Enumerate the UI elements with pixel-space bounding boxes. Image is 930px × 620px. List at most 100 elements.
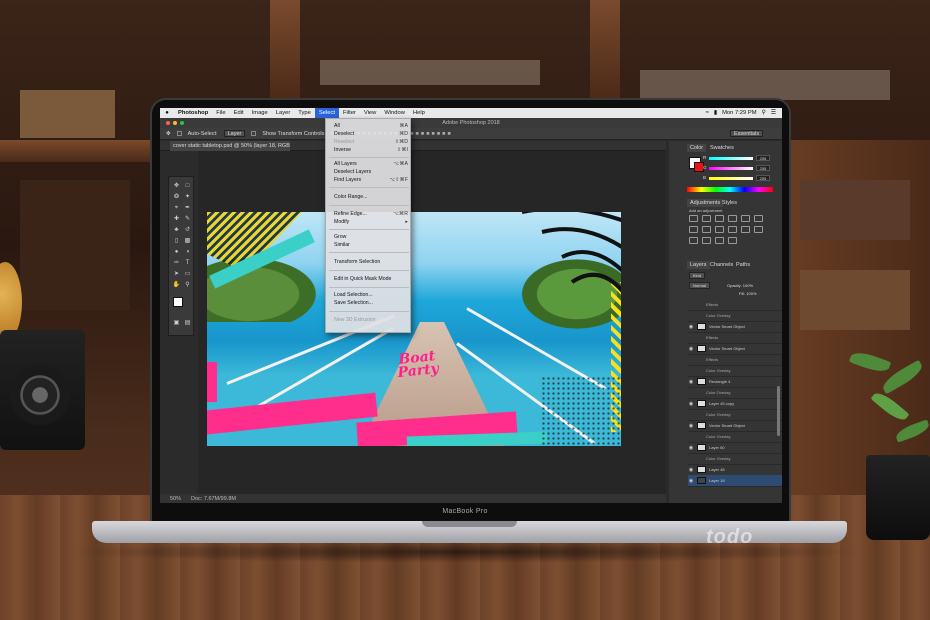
dodge-tool-icon[interactable]: ◑ [183,248,192,257]
tab-paths[interactable]: Paths [733,261,753,269]
green-slider[interactable] [709,167,753,170]
channel-mixer-icon[interactable] [728,226,737,233]
threshold-icon[interactable] [702,237,711,244]
menu-file[interactable]: File [212,108,229,118]
quick-mask-icon[interactable]: ▣ [172,319,181,328]
color-spectrum[interactable] [687,187,773,192]
path-select-tool-icon[interactable]: ➤ [172,270,181,279]
brightness-icon[interactable] [689,215,698,222]
search-icon[interactable]: ⚲ [762,110,766,116]
apple-icon[interactable]: ● [160,110,174,116]
exposure-icon[interactable] [728,215,737,222]
opacity-field[interactable]: Opacity: 100% [727,283,753,288]
blue-slider[interactable] [709,177,753,180]
menu-item-all[interactable]: All ⌘A [334,123,408,130]
menu-filter[interactable]: Filter [339,108,360,118]
lasso-tool-icon[interactable]: ❂ [172,193,181,202]
eye-icon[interactable]: ◉ [688,445,694,451]
minimize-window-button[interactable] [173,121,177,125]
color-balance-icon[interactable] [689,226,698,233]
pen-tool-icon[interactable]: ✑ [172,259,181,268]
blue-value[interactable]: 255 [756,175,770,181]
quick-select-tool-icon[interactable]: ✦ [183,193,192,202]
menu-item-save-selection[interactable]: Save Selection... [334,300,408,307]
fill-field[interactable]: Fill: 100% [739,291,757,296]
screen-mode-icon[interactable]: ▤ [183,319,192,328]
tab-color[interactable]: Color [687,144,707,152]
shape-tool-icon[interactable]: ▭ [183,270,192,279]
hand-tool-icon[interactable]: ✋ [172,281,181,290]
auto-select-checkbox[interactable] [176,131,182,136]
menu-item-reselect[interactable]: Reselect ⇧⌘D [334,139,408,146]
eyedropper-tool-icon[interactable]: ✒ [183,204,192,213]
zoom-window-button[interactable] [180,121,184,125]
menu-list-icon[interactable]: ☰ [771,110,776,116]
foreground-color-swatch[interactable] [173,297,183,307]
zoom-tool-icon[interactable]: ⚲ [183,281,192,290]
menu-layer[interactable]: Layer [272,108,295,118]
clock[interactable]: Mon 7:29 PM [722,110,756,116]
eye-icon[interactable]: ◉ [688,324,694,330]
menu-item-deselect[interactable]: Deselect ⌘D [334,131,408,138]
document-tab[interactable]: cover static tabletop.psd @ 50% (layer 1… [170,141,290,151]
type-tool-icon[interactable]: T [183,259,192,268]
menu-type[interactable]: Type [294,108,315,118]
selective-color-icon[interactable] [728,237,737,244]
vibrance-icon[interactable] [741,215,750,222]
red-slider[interactable] [709,157,753,160]
brush-tool-icon[interactable]: ✎ [183,215,192,224]
eye-icon[interactable]: ◉ [688,478,694,484]
eye-icon[interactable]: ◉ [688,379,694,385]
layer-kind-filter[interactable]: Kind [689,272,706,279]
eraser-tool-icon[interactable]: ▯ [172,237,181,246]
eye-icon[interactable]: ◉ [688,467,694,473]
bw-icon[interactable] [702,226,711,233]
levels-icon[interactable] [702,215,711,222]
menu-item-inverse[interactable]: Inverse ⇧⌘I [334,147,408,154]
battery-icon[interactable]: ▮ [714,110,717,116]
gradient-tool-icon[interactable]: ▩ [183,237,192,246]
tab-swatches[interactable]: Swatches [707,144,737,152]
menu-item-color-range[interactable]: Color Range... [334,194,408,201]
wifi-icon[interactable]: ≈ [706,110,709,116]
green-value[interactable]: 255 [756,165,770,171]
menu-item-modify[interactable]: Modify ▸ [334,219,408,226]
menu-item-refine-edge[interactable]: Refine Edge... ⌥⌘R [334,211,408,218]
menu-edit[interactable]: Edit [230,108,248,118]
zoom-level[interactable]: 50% [170,496,181,502]
marquee-tool-icon[interactable]: □ [183,182,192,191]
menu-item-find-layers[interactable]: Find Layers ⌥⇧⌘F [334,177,408,184]
menu-item-load-selection[interactable]: Load Selection... [334,292,408,299]
workspace-select[interactable]: Essentials [730,130,764,137]
eye-icon[interactable]: ◉ [688,346,694,352]
tab-styles[interactable]: Styles [719,199,740,207]
menu-help[interactable]: Help [409,108,429,118]
photo-filter-icon[interactable] [715,226,724,233]
hue-icon[interactable] [754,215,763,222]
layer-select[interactable]: Layer [223,130,246,137]
tab-channels[interactable]: Channels [707,261,736,269]
menu-item-3d-extrusion[interactable]: New 3D Extrusion [334,317,408,324]
stamp-tool-icon[interactable]: ♣ [172,226,181,235]
menu-item-transform-selection[interactable]: Transform Selection [334,259,408,266]
eye-icon[interactable]: ◉ [688,423,694,429]
artwork-canvas[interactable]: Boat Party [207,212,621,446]
layers-scrollbar[interactable] [777,386,780,436]
gradient-map-icon[interactable] [715,237,724,244]
close-window-button[interactable] [166,121,170,125]
curves-icon[interactable] [715,215,724,222]
menu-item-similar[interactable]: Similar [334,242,408,249]
move-tool-icon[interactable]: ✥ [172,182,181,191]
menu-image[interactable]: Image [248,108,272,118]
blur-tool-icon[interactable]: ● [172,248,181,257]
menu-item-grow[interactable]: Grow [334,234,408,241]
red-value[interactable]: 255 [756,155,770,161]
menu-item-quick-mask[interactable]: Edit in Quick Mask Mode [334,276,408,283]
menu-view[interactable]: View [360,108,380,118]
crop-tool-icon[interactable]: ⌖ [172,204,181,213]
blend-mode-select[interactable]: Normal [689,282,710,289]
history-brush-tool-icon[interactable]: ↺ [183,226,192,235]
color-lookup-icon[interactable] [741,226,750,233]
menu-select[interactable]: Select [314,108,339,118]
transform-controls-checkbox[interactable] [251,131,257,136]
